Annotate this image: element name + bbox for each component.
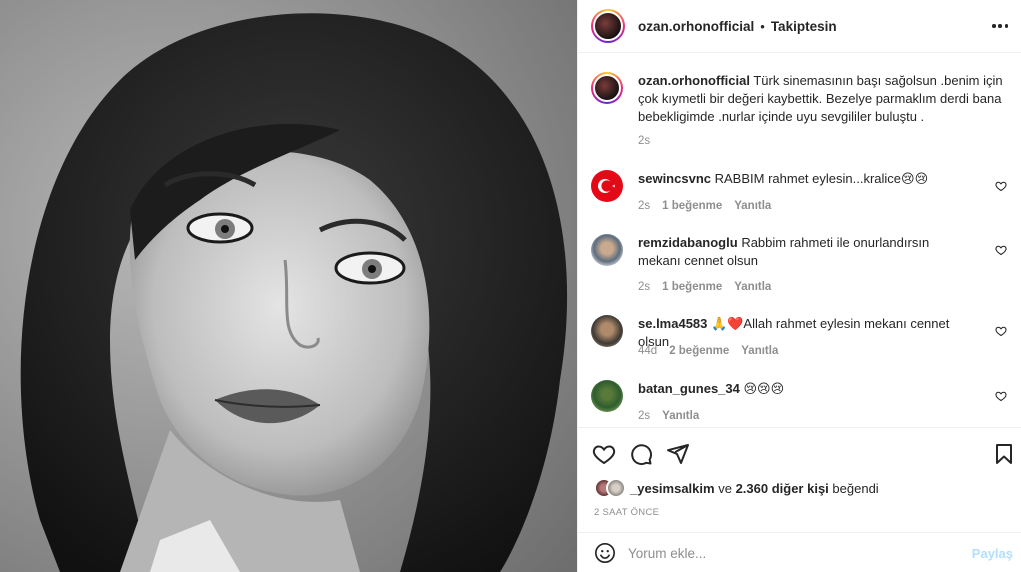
- commenter-avatar[interactable]: [591, 234, 623, 266]
- comment-likes-count[interactable]: 1 beğenme: [662, 281, 722, 293]
- comment-composer: Paylaş: [578, 532, 1021, 572]
- comment-time: 44d: [638, 345, 658, 357]
- reply-button[interactable]: Yanıtla: [734, 200, 771, 212]
- comment-likes-count[interactable]: 2 beğenme: [669, 345, 729, 357]
- likes-text: _yesimsalkim ve 2.360 diğer kişi beğendi: [630, 481, 879, 496]
- author-avatar[interactable]: [591, 9, 625, 43]
- comment-heart-icon[interactable]: [995, 180, 1007, 192]
- comment-meta: 2s Yanıtla: [638, 410, 699, 422]
- bookmark-icon[interactable]: [992, 442, 1016, 466]
- liker-avatar: [606, 478, 626, 498]
- post-detail-panel: ozan.orhonofficial • Takiptesin ozan.orh…: [577, 0, 1021, 572]
- comment-content: 😢😢😢: [743, 381, 785, 396]
- comment-meta: 2s 1 beğenme Yanıtla: [638, 281, 771, 293]
- comment-heart-icon[interactable]: [995, 390, 1007, 402]
- post-comment-button[interactable]: Paylaş: [972, 546, 1013, 561]
- comment-time: 2s: [638, 410, 651, 422]
- author-username[interactable]: ozan.orhonofficial: [638, 19, 754, 34]
- emoji-icon[interactable]: [594, 542, 616, 564]
- comment-username[interactable]: batan_gunes_34: [638, 381, 740, 396]
- likes-connector: ve: [718, 480, 732, 496]
- comment-icon[interactable]: [629, 442, 653, 466]
- comment-text: sewincsvnc RABBIM rahmet eylesin...krali…: [638, 170, 958, 188]
- comment-time: 2s: [638, 281, 651, 293]
- comment-content: RABBIM rahmet eylesin...kralice😢😢: [714, 171, 929, 186]
- caption-meta: 2s: [638, 135, 650, 147]
- liker-username[interactable]: _yesimsalkim: [630, 481, 715, 496]
- reply-button[interactable]: Yanıtla: [734, 281, 771, 293]
- caption-time: 2s: [638, 135, 651, 147]
- caption-text: ozan.orhonofficial Türk sinemasının başı…: [638, 72, 1008, 126]
- more-options-icon[interactable]: [992, 19, 1008, 33]
- comment-meta: 2s 1 beğenme Yanıtla: [638, 200, 771, 212]
- commenter-avatar[interactable]: [591, 170, 623, 202]
- likes-suffix: beğendi: [832, 480, 879, 496]
- comment-username[interactable]: sewincsvnc: [638, 171, 711, 186]
- comment-heart-icon[interactable]: [995, 244, 1007, 256]
- follow-status-button[interactable]: Takiptesin: [771, 19, 837, 34]
- caption-username[interactable]: ozan.orhonofficial: [638, 73, 750, 88]
- caption-avatar[interactable]: [591, 72, 623, 104]
- likes-summary[interactable]: _yesimsalkim ve 2.360 diğer kişi beğendi: [594, 478, 879, 498]
- post-actions: _yesimsalkim ve 2.360 diğer kişi beğendi…: [578, 427, 1021, 547]
- commenter-avatar[interactable]: [591, 380, 623, 412]
- post-image: [0, 0, 577, 572]
- comment-username[interactable]: se.lma4583: [638, 316, 707, 331]
- heart-icon[interactable]: [592, 442, 616, 466]
- comment-heart-icon[interactable]: [995, 325, 1007, 337]
- reply-button[interactable]: Yanıtla: [662, 410, 699, 422]
- post-photo[interactable]: [0, 0, 577, 572]
- post-header: ozan.orhonofficial • Takiptesin: [578, 0, 1021, 53]
- comment-username[interactable]: remzidabanoglu: [638, 235, 738, 250]
- share-icon[interactable]: [666, 442, 690, 466]
- reply-button[interactable]: Yanıtla: [741, 345, 778, 357]
- comment-time: 2s: [638, 200, 651, 212]
- comment-text: batan_gunes_34 😢😢😢: [638, 380, 958, 398]
- comment-input[interactable]: [628, 541, 958, 565]
- header-separator: •: [760, 18, 765, 34]
- post-time[interactable]: 2 SAAT ÖNCE: [594, 507, 659, 518]
- commenter-avatar[interactable]: [591, 315, 623, 347]
- likes-count[interactable]: 2.360 diğer kişi: [736, 481, 829, 496]
- comment-text: remzidabanoglu Rabbim rahmeti ile onurla…: [638, 234, 958, 270]
- comments-list[interactable]: ozan.orhonofficial Türk sinemasının başı…: [578, 54, 1021, 426]
- comment-meta: 44d 2 beğenme Yanıtla: [638, 345, 778, 357]
- comment-likes-count[interactable]: 1 beğenme: [662, 200, 722, 212]
